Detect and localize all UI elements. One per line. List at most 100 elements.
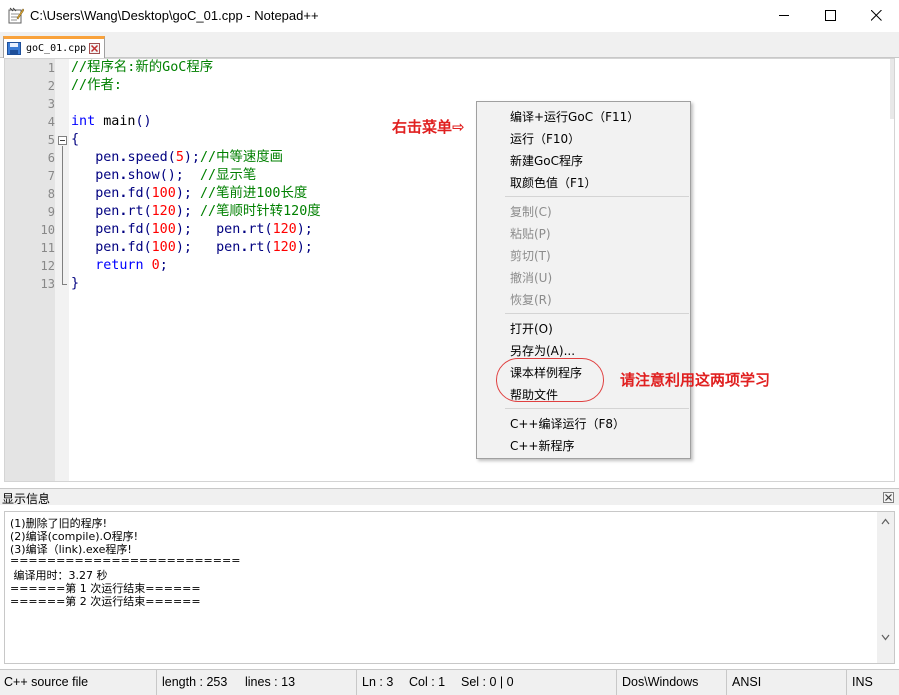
line-number: 9	[47, 205, 55, 219]
code-token: (	[143, 240, 152, 255]
fold-toggle[interactable]	[58, 136, 67, 145]
code-token: (	[143, 186, 152, 201]
maximize-button[interactable]	[807, 0, 853, 30]
code-token: pen	[95, 240, 120, 255]
close-button[interactable]	[853, 0, 899, 30]
output-panel-title: 显示信息	[2, 492, 51, 506]
tab-close-icon[interactable]	[89, 43, 100, 54]
code-token: //笔顺时针转120度	[200, 204, 321, 219]
code-token: pen	[216, 240, 241, 255]
menu-item[interactable]: 另存为(A)...	[510, 342, 575, 359]
title-bar: C:\Users\Wang\Desktop\goC_01.cpp - Notep…	[0, 0, 899, 32]
code-line: pen.rt(120); //笔顺时针转120度	[71, 203, 321, 221]
menu-item[interactable]: C++编译运行（F8）	[510, 415, 625, 432]
code-token: return	[95, 258, 144, 273]
code-token: {	[71, 132, 80, 147]
code-token: pen	[95, 204, 120, 219]
menu-item[interactable]: 取颜色值（F1）	[510, 174, 597, 191]
editor-scrollbar[interactable]	[890, 59, 894, 119]
code-token: 100	[151, 222, 176, 237]
code-token: rt	[248, 240, 265, 255]
code-token: main	[95, 114, 136, 129]
scroll-down-icon[interactable]	[881, 634, 890, 641]
save-icon	[7, 42, 21, 55]
menu-item[interactable]: 恢复(R)	[510, 291, 552, 308]
minimize-icon	[779, 15, 789, 16]
output-scrollbar[interactable]	[877, 512, 894, 663]
right-click-annotation: 右击菜单⇨	[392, 118, 465, 136]
code-token: speed	[127, 150, 168, 165]
tab-goc-01[interactable]: goC_01.cpp	[3, 36, 105, 58]
code-token: 0	[151, 258, 160, 273]
code-token: pen	[216, 222, 241, 237]
code-token: );	[175, 222, 192, 237]
code-token: (	[264, 240, 273, 255]
scroll-up-icon[interactable]	[881, 518, 890, 525]
status-lines: lines : 13	[245, 670, 357, 695]
minimize-button[interactable]	[761, 0, 807, 30]
menu-separator	[505, 408, 689, 409]
maximize-icon	[825, 10, 836, 21]
menu-item[interactable]: 撤消(U)	[510, 269, 552, 286]
menu-item[interactable]: C++新程序	[510, 437, 575, 454]
code-token: );	[296, 222, 313, 237]
code-token: pen	[95, 150, 120, 165]
line-number: 13	[40, 277, 55, 291]
status-bar: C++ source file length : 253 lines : 13 …	[0, 669, 899, 695]
status-encoding[interactable]: ANSI	[727, 670, 847, 695]
code-token: //笔前进100长度	[200, 186, 308, 201]
output-panel[interactable]: (1)删除了旧的程序! (2)编译(compile).O程序! (3)编译（link…	[4, 511, 895, 664]
code-token: );	[175, 204, 192, 219]
status-sel: Sel : 0 | 0	[461, 670, 617, 695]
close-icon	[871, 10, 882, 21]
code-token: ;	[159, 258, 168, 273]
menu-item[interactable]: 打开(O)	[510, 320, 553, 337]
code-line: {	[71, 131, 79, 149]
line-number: 10	[40, 223, 55, 237]
code-token: (	[143, 222, 152, 237]
menu-separator	[505, 313, 689, 314]
code-token: int	[71, 114, 96, 129]
code-token: 100	[151, 186, 176, 201]
code-line: pen.fd(100); //笔前进100长度	[71, 185, 307, 203]
line-number: 11	[40, 241, 55, 255]
menu-item[interactable]: 新建GoC程序	[510, 152, 583, 169]
code-line: pen.fd(100); pen.rt(120);	[71, 221, 313, 239]
menu-item[interactable]: 运行（F10）	[510, 130, 580, 147]
code-line: int main()	[71, 113, 152, 131]
status-insert-mode[interactable]: INS	[847, 670, 899, 695]
menu-separator	[505, 196, 689, 197]
code-token: 100	[151, 240, 176, 255]
line-number: 2	[47, 79, 55, 93]
code-line: pen.speed(5);//中等速度画	[71, 149, 283, 167]
menu-item[interactable]: 剪切(T)	[510, 247, 551, 264]
code-token: (	[143, 204, 152, 219]
status-eol[interactable]: Dos\Windows	[617, 670, 727, 695]
menu-item[interactable]: 编译+运行GoC（F11）	[510, 108, 639, 125]
context-menu: 编译+运行GoC（F11） 运行（F10） 新建GoC程序 取颜色值（F1） 复制(C)…	[476, 101, 691, 459]
line-number-gutter: 1 2 3 4 5 6 7 8 9 10 11 12 13	[5, 59, 55, 481]
tab-bar: goC_01.cpp	[0, 32, 899, 58]
output-line: ======第 2 次运行结束======	[10, 595, 201, 608]
code-token: 120	[151, 204, 176, 219]
highlight-oval	[496, 358, 604, 402]
menu-item[interactable]: 粘贴(P)	[510, 225, 551, 242]
code-token: 120	[272, 222, 297, 237]
code-token: //程序名:新的GoC程序	[71, 60, 214, 75]
menu-item[interactable]: 复制(C)	[510, 203, 552, 220]
line-number: 7	[47, 169, 55, 183]
notepad-app-icon	[8, 7, 24, 24]
panel-close-icon[interactable]	[883, 492, 894, 503]
code-token: (	[167, 150, 176, 165]
line-number: 12	[40, 259, 55, 273]
